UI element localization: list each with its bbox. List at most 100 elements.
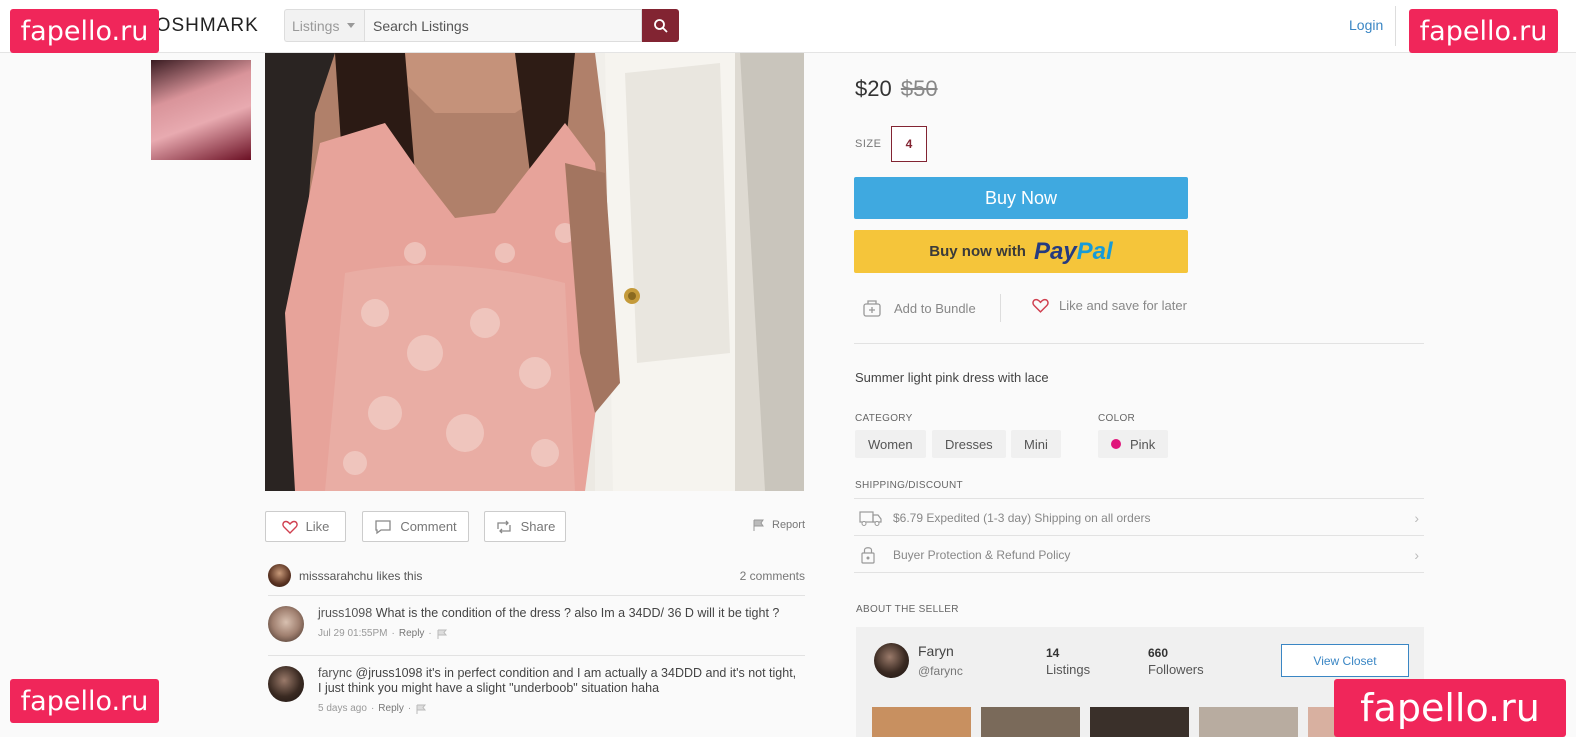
comment-item: jruss1098 What is the condition of the d… <box>268 606 805 650</box>
listing-thumbnail[interactable] <box>151 60 251 160</box>
closet-item-thumbnail[interactable] <box>872 707 971 737</box>
share-label: Share <box>520 519 556 534</box>
buyer-protection-row[interactable]: Buyer Protection & Refund Policy › <box>854 536 1424 573</box>
like-label: Like <box>305 519 330 534</box>
comment-time: 5 days ago <box>318 703 367 714</box>
reply-link[interactable]: Reply <box>378 701 404 716</box>
search-category-dropdown[interactable]: Listings <box>284 9 364 42</box>
seller-name[interactable]: Faryn <box>918 643 954 659</box>
like-button[interactable]: Like <box>265 511 346 542</box>
followers-label: Followers <box>1148 662 1204 677</box>
share-button[interactable]: Share <box>484 511 566 542</box>
chevron-right-icon: › <box>1414 546 1419 563</box>
divider <box>268 595 805 596</box>
search-button[interactable] <box>642 9 679 42</box>
report-label: Report <box>772 519 806 531</box>
about-seller-label: ABOUT THE SELLER <box>856 604 959 615</box>
flag-icon <box>753 519 764 531</box>
comments-count[interactable]: 2 comments <box>740 569 805 583</box>
truck-icon <box>859 509 885 527</box>
login-link[interactable]: Login <box>1349 17 1383 33</box>
comment-button[interactable]: Comment <box>362 511 469 542</box>
color-swatch <box>1111 439 1121 449</box>
watermark-badge: fapello.ru <box>1334 679 1566 737</box>
price-block: $20 $50 <box>855 76 938 102</box>
search-category-value: Listings <box>292 17 340 34</box>
flag-icon[interactable] <box>415 704 427 714</box>
meta-dot: · <box>428 628 432 639</box>
add-to-bundle-link[interactable]: Add to Bundle <box>862 298 976 318</box>
bundle-icon <box>863 300 881 317</box>
dress-photo-image <box>265 53 804 491</box>
watermark-badge: fapello.ru <box>1409 9 1558 53</box>
buyer-protection-text: Buyer Protection & Refund Policy <box>893 547 1071 562</box>
shipping-label: SHIPPING/DISCOUNT <box>855 480 963 491</box>
closet-item-thumbnail[interactable] <box>1090 707 1189 737</box>
listings-count: 14 <box>1046 646 1060 660</box>
view-closet-button[interactable]: View Closet <box>1281 644 1409 677</box>
add-to-bundle-label: Add to Bundle <box>894 300 976 316</box>
likes-row: misssarahchu likes this 2 comments <box>268 563 805 588</box>
commenter-avatar[interactable] <box>268 606 304 642</box>
comment-item: farync @jruss1098 it's in perfect condit… <box>268 666 805 726</box>
closet-item-thumbnail[interactable] <box>1199 707 1298 737</box>
shipping-row[interactable]: $6.79 Expedited (1-3 day) Shipping on al… <box>854 499 1424 536</box>
comment-username[interactable]: jruss1098 <box>318 606 372 620</box>
listing-description: Summer light pink dress with lace <box>855 370 1049 385</box>
comment-text: What is the condition of the dress ? als… <box>375 606 780 620</box>
current-price: $20 <box>855 76 892 101</box>
search-icon <box>653 18 668 33</box>
reply-link[interactable]: Reply <box>399 626 425 641</box>
report-link[interactable]: Report <box>752 519 805 531</box>
comment-icon <box>375 519 391 534</box>
listings-label: Listings <box>1046 662 1091 677</box>
comment-time: Jul 29 01:55PM <box>318 628 388 639</box>
paypal-prefix: Buy now with <box>929 243 1026 260</box>
divider <box>268 655 805 656</box>
listing-main-photo[interactable] <box>265 53 804 491</box>
heart-icon <box>1032 298 1049 313</box>
liker-avatar[interactable] <box>268 564 291 587</box>
meta-dot: · <box>407 703 412 714</box>
color-label: COLOR <box>1098 413 1136 424</box>
size-label: SIZE <box>855 138 882 150</box>
search-input[interactable] <box>364 9 642 42</box>
search-bar: Listings <box>284 9 679 42</box>
divider <box>1000 294 1001 322</box>
heart-icon <box>281 520 298 534</box>
header-divider <box>1395 6 1396 46</box>
share-icon <box>496 520 511 533</box>
comment-text: @jruss1098 it's in perfect condition and… <box>318 666 797 695</box>
category-chip-mini[interactable]: Mini <box>1011 430 1061 458</box>
category-chip-dresses[interactable]: Dresses <box>932 430 1006 458</box>
like-save-link[interactable]: Like and save for later <box>1032 298 1187 313</box>
closet-item-thumbnail[interactable] <box>981 707 1080 737</box>
seller-handle[interactable]: @farync <box>918 664 963 678</box>
watermark-badge: fapello.ru <box>10 679 159 723</box>
size-option[interactable]: 4 <box>891 126 927 162</box>
flag-icon[interactable] <box>436 629 448 639</box>
color-chip[interactable]: Pink <box>1098 430 1169 458</box>
paypal-button[interactable]: Buy now with PayPal <box>854 230 1188 273</box>
color-value: Pink <box>1130 436 1156 452</box>
original-price: $50 <box>900 76 938 101</box>
comment-label: Comment <box>400 519 457 534</box>
meta-dot: · <box>370 703 375 714</box>
category-label: CATEGORY <box>855 413 913 424</box>
divider <box>854 343 1424 344</box>
likes-text[interactable]: misssarahchu likes this <box>299 569 422 583</box>
shipping-text: $6.79 Expedited (1-3 day) Shipping on al… <box>893 510 1151 525</box>
like-save-label: Like and save for later <box>1059 298 1187 313</box>
seller-avatar[interactable] <box>874 643 909 678</box>
poshmark-logo-text[interactable]: POSHMARK <box>142 15 259 37</box>
lock-icon <box>859 545 885 565</box>
comment-username[interactable]: farync <box>318 666 352 680</box>
buy-now-button[interactable]: Buy Now <box>854 177 1188 219</box>
chevron-down-icon <box>347 23 356 28</box>
followers-count: 660 <box>1148 646 1169 660</box>
paypal-logo: PayPal <box>1034 238 1113 266</box>
commenter-avatar[interactable] <box>268 666 304 702</box>
paypal-logo-part: Pal <box>1076 237 1113 265</box>
category-chip-women[interactable]: Women <box>855 430 926 458</box>
watermark-badge: fapello.ru <box>10 9 159 53</box>
